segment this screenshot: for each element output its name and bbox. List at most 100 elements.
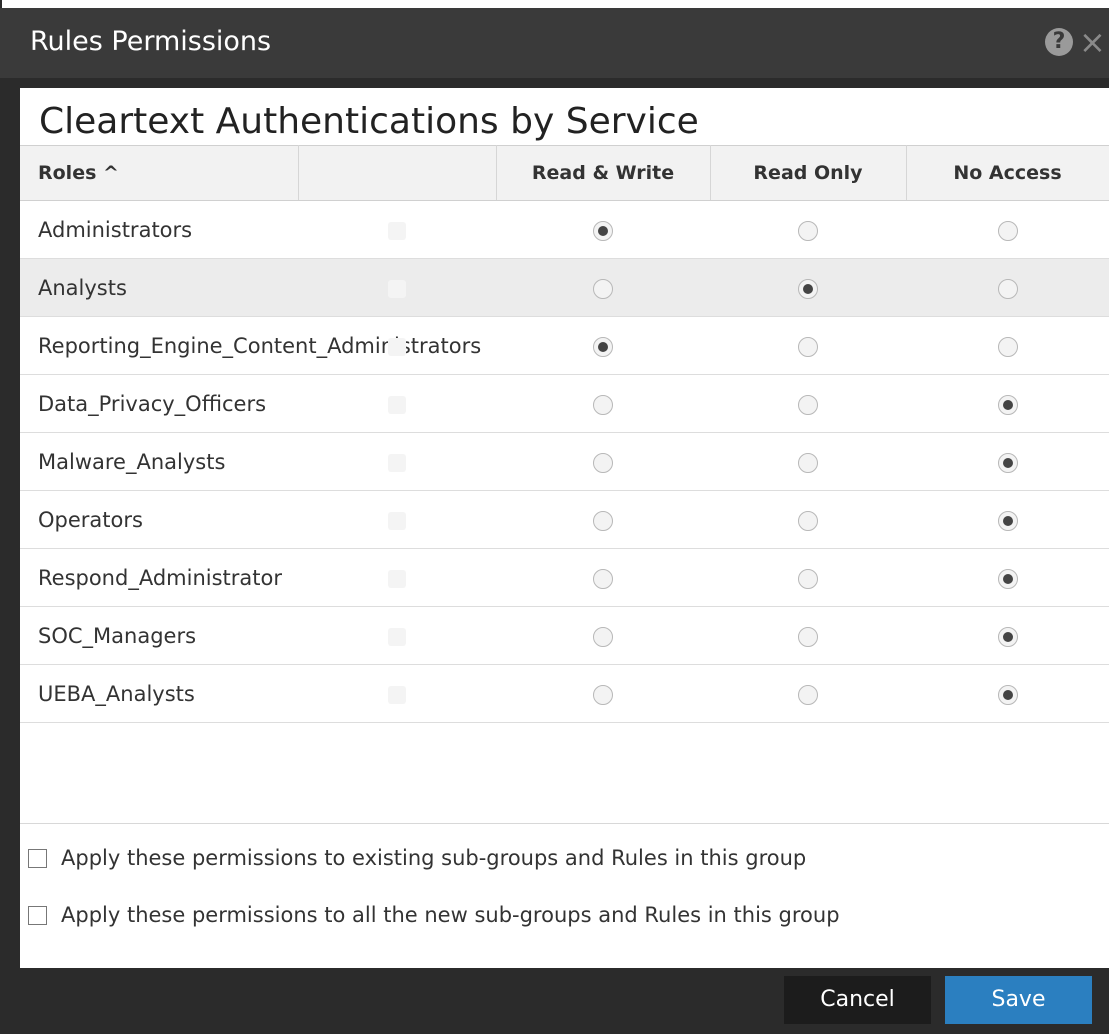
permission-radio-no-access[interactable] — [997, 220, 1018, 241]
permission-cell — [496, 490, 710, 549]
hidden-column-cell — [298, 606, 496, 665]
hidden-checkbox-icon — [388, 453, 406, 472]
permission-radio-read-write[interactable] — [593, 626, 613, 647]
role-name: Malware_Analysts — [20, 432, 298, 491]
permission-cell — [496, 200, 710, 259]
hidden-checkbox-icon — [388, 569, 406, 588]
column-header-roles[interactable]: Roles ^ — [20, 145, 299, 201]
table-row[interactable]: SOC_Managers — [20, 606, 1109, 665]
permission-cell — [710, 664, 906, 723]
role-name: Data_Privacy_Officers — [20, 374, 298, 433]
permission-cell — [496, 316, 710, 375]
apply-new-option[interactable]: Apply these permissions to all the new s… — [28, 903, 840, 927]
permission-cell — [710, 432, 906, 491]
role-name: Operators — [20, 490, 298, 549]
hidden-column-cell — [298, 548, 496, 607]
hidden-checkbox-icon — [388, 627, 406, 646]
permission-radio-read-write[interactable] — [593, 220, 613, 241]
hidden-column-cell — [298, 374, 496, 433]
column-header-read-only: Read Only — [710, 145, 907, 201]
permission-cell — [496, 664, 710, 723]
permission-cell — [710, 200, 906, 259]
permission-cell — [496, 606, 710, 665]
question-circle-icon[interactable]: ? — [1045, 28, 1073, 56]
permission-radio-read-only[interactable] — [798, 336, 818, 357]
apply-existing-option[interactable]: Apply these permissions to existing sub-… — [28, 846, 806, 870]
hidden-checkbox-icon — [388, 511, 406, 530]
permission-cell — [906, 374, 1109, 433]
role-name: UEBA_Analysts — [20, 664, 298, 723]
hidden-column-cell — [298, 664, 496, 723]
apply-existing-checkbox[interactable] — [28, 848, 47, 868]
role-name: Reporting_Engine_Content_Administrators — [20, 316, 481, 375]
permission-cell — [906, 548, 1109, 607]
save-button[interactable]: Save — [945, 976, 1092, 1024]
permissions-table: Roles ^ Read & Write Read Only No Access… — [20, 145, 1109, 723]
table-header-row: Roles ^ Read & Write Read Only No Access — [20, 145, 1109, 201]
permission-radio-no-access[interactable] — [997, 452, 1018, 473]
table-row[interactable]: Reporting_Engine_Content_Administrators — [20, 316, 1109, 375]
permission-cell — [906, 258, 1109, 317]
permission-radio-no-access[interactable] — [997, 684, 1018, 705]
permission-cell — [496, 548, 710, 607]
permission-cell — [710, 374, 906, 433]
permission-cell — [710, 490, 906, 549]
permission-radio-no-access[interactable] — [997, 336, 1018, 357]
permission-cell — [710, 316, 906, 375]
permission-radio-no-access[interactable] — [997, 394, 1018, 415]
table-row[interactable]: Analysts — [20, 258, 1109, 317]
close-icon[interactable]: × — [1079, 24, 1106, 60]
permission-radio-read-only[interactable] — [798, 394, 818, 415]
permission-radio-no-access[interactable] — [997, 568, 1018, 589]
permission-radio-read-only[interactable] — [798, 568, 818, 589]
hidden-checkbox-icon — [388, 221, 406, 240]
permission-radio-read-write[interactable] — [593, 684, 613, 705]
apply-new-label: Apply these permissions to all the new s… — [61, 903, 840, 927]
hidden-checkbox-icon — [388, 395, 406, 414]
table-row[interactable]: Administrators — [20, 200, 1109, 259]
hidden-column-cell — [298, 490, 496, 549]
permission-radio-read-write[interactable] — [593, 394, 613, 415]
role-name: Respond_Administrator — [20, 548, 298, 607]
column-header-hidden — [298, 145, 497, 201]
table-row[interactable]: Data_Privacy_Officers — [20, 374, 1109, 433]
cancel-button[interactable]: Cancel — [784, 976, 931, 1024]
permission-radio-read-only[interactable] — [798, 220, 818, 241]
dialog-title: Rules Permissions — [30, 26, 272, 57]
apply-new-checkbox[interactable] — [28, 905, 47, 925]
permission-radio-no-access[interactable] — [997, 626, 1018, 647]
permission-radio-read-only[interactable] — [798, 452, 818, 473]
permission-radio-read-write[interactable] — [593, 568, 613, 589]
table-row[interactable]: Malware_Analysts — [20, 432, 1109, 491]
permission-cell — [906, 316, 1109, 375]
permission-radio-read-write[interactable] — [593, 278, 613, 299]
permission-radio-no-access[interactable] — [997, 278, 1018, 299]
top-border — [0, 0, 1109, 8]
permission-cell — [710, 258, 906, 317]
hidden-checkbox-icon — [388, 337, 406, 356]
rules-permissions-dialog: Rules Permissions ? × Cleartext Authenti… — [0, 8, 1109, 1034]
hidden-column-cell — [298, 432, 496, 491]
permission-radio-read-write[interactable] — [593, 452, 613, 473]
permission-radio-no-access[interactable] — [997, 510, 1018, 531]
permission-cell — [710, 606, 906, 665]
permission-cell — [906, 664, 1109, 723]
permission-radio-read-only[interactable] — [798, 510, 818, 531]
permission-radio-read-only[interactable] — [798, 278, 818, 299]
permission-radio-read-write[interactable] — [593, 510, 613, 531]
dialog-footer: Cancel Save — [0, 968, 1109, 1034]
dialog-titlebar: Rules Permissions ? × — [0, 8, 1109, 78]
permission-cell — [906, 200, 1109, 259]
hidden-column-cell — [298, 258, 496, 317]
role-name: Analysts — [20, 258, 298, 317]
permission-radio-read-write[interactable] — [593, 336, 613, 357]
permission-cell — [906, 432, 1109, 491]
table-row[interactable]: Respond_Administrator — [20, 548, 1109, 607]
permission-radio-read-only[interactable] — [798, 684, 818, 705]
divider — [20, 823, 1109, 824]
permission-cell — [496, 258, 710, 317]
table-row[interactable]: Operators — [20, 490, 1109, 549]
table-row[interactable]: UEBA_Analysts — [20, 664, 1109, 723]
permission-radio-read-only[interactable] — [798, 626, 818, 647]
role-name: SOC_Managers — [20, 606, 298, 665]
